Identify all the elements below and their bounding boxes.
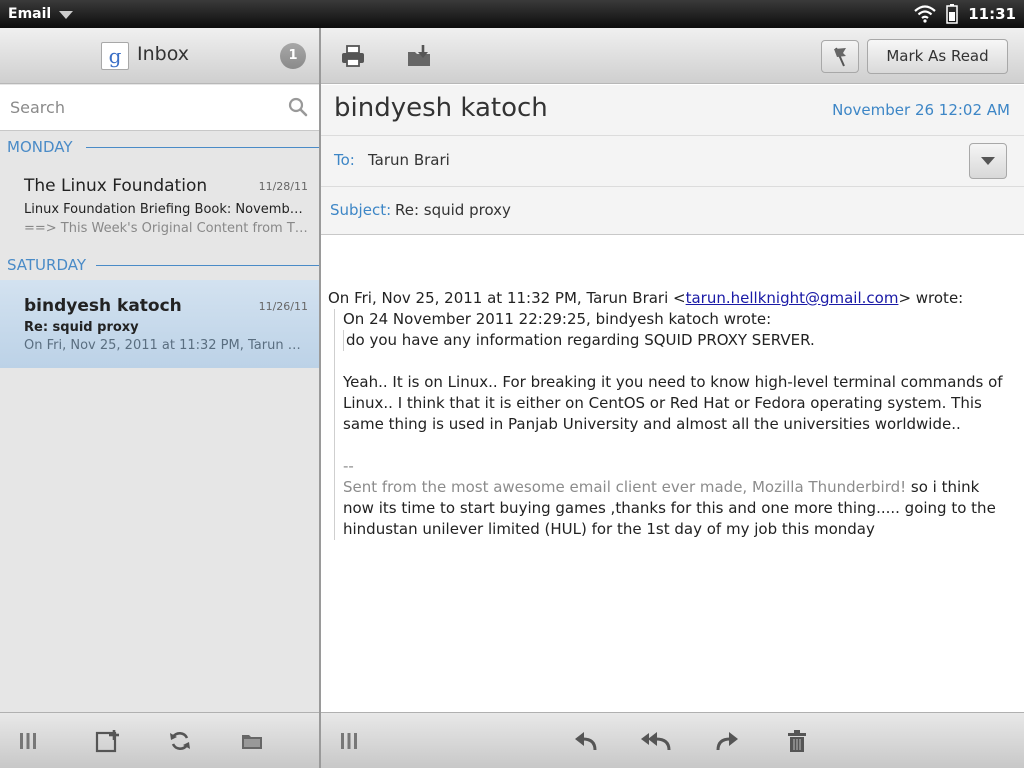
message-header: bindyesh katoch November 26 12:02 AM To:… (321, 85, 1024, 235)
attribution-line: On Fri, Nov 25, 2011 at 11:32 PM, Tarun … (328, 288, 1014, 309)
attribution-text: On Fri, Nov 25, 2011 at 11:32 PM, Tarun … (328, 289, 686, 307)
message-list-item[interactable]: The Linux Foundation 11/28/11 Linux Foun… (0, 168, 320, 236)
to-label: To: (334, 151, 355, 169)
divider (86, 147, 320, 148)
flag-icon (834, 47, 846, 66)
chevron-down-icon (981, 157, 995, 165)
search-box (0, 85, 320, 131)
date-group-label: SATURDAY (7, 256, 93, 274)
message-from[interactable]: bindyesh katoch (334, 93, 548, 123)
signature: Sent from the most awesome email client … (343, 478, 907, 496)
reply-icon (575, 732, 597, 751)
reply-button[interactable] (568, 723, 604, 759)
divider (321, 135, 1024, 136)
quote-attribution: On 24 November 2011 22:29:25, bindyesh k… (343, 310, 772, 328)
mark-as-read-button[interactable]: Mark As Read (867, 39, 1008, 74)
message-toolbar: Mark As Read (321, 28, 1024, 84)
message-pane: Mark As Read bindyesh katoch November 26… (321, 28, 1024, 768)
compose-icon (95, 730, 119, 753)
message-datetime: November 26 12:02 AM (832, 101, 1010, 119)
google-account-icon[interactable]: g (101, 42, 129, 70)
folder-icon (242, 735, 262, 749)
folders-button[interactable] (234, 723, 270, 759)
status-bar: Email 11:31 (0, 0, 1024, 28)
refresh-button[interactable] (162, 723, 198, 759)
closing-paragraph: Sent from the most awesome email client … (343, 477, 1014, 540)
delete-button[interactable] (779, 723, 815, 759)
date-group-header: SATURDAY (0, 254, 320, 276)
nested-quote: do you have any information regarding SQ… (343, 330, 1014, 351)
drag-handle-icon[interactable] (10, 723, 46, 759)
folder-title[interactable]: Inbox (137, 43, 189, 65)
flag-button[interactable] (821, 40, 859, 73)
signature-separator: -- (343, 457, 354, 475)
wifi-icon (914, 5, 936, 23)
header-details-toggle-button[interactable] (969, 143, 1007, 179)
date-group-label: MONDAY (7, 138, 79, 156)
message-actions-toolbar (321, 712, 1024, 768)
message-date: 11/28/11 (258, 180, 308, 193)
message-date: 11/26/11 (258, 300, 308, 313)
move-to-folder-icon (408, 45, 430, 66)
print-button[interactable] (335, 38, 371, 74)
trash-icon (788, 730, 806, 752)
status-indicators: 11:31 (914, 0, 1016, 28)
forward-button[interactable] (709, 723, 745, 759)
move-to-folder-button[interactable] (401, 38, 437, 74)
reply-paragraph: Yeah.. It is on Linux.. For breaking it … (343, 373, 1003, 433)
unread-count-badge: 1 (280, 43, 306, 69)
mailbox-header: g Inbox 1 (0, 28, 320, 84)
date-group-header: MONDAY (0, 136, 320, 158)
search-icon[interactable] (288, 97, 308, 117)
app-name: Email (8, 6, 52, 22)
mailbox-pane: g Inbox 1 MONDAY The Linux Foundation 11… (0, 28, 320, 768)
to-recipient[interactable]: Tarun Brari (368, 151, 450, 169)
mailbox-toolbar (0, 712, 320, 768)
message-sender: bindyesh katoch (24, 296, 182, 316)
email-link[interactable]: tarun.hellknight@gmail.com (686, 289, 899, 307)
refresh-icon (170, 732, 190, 750)
attribution-text: > wrote: (898, 289, 964, 307)
message-list-item-selected[interactable]: bindyesh katoch 11/26/11 Re: squid proxy… (0, 280, 320, 368)
battery-icon (946, 4, 958, 24)
divider (321, 186, 1024, 187)
message-subject: Re: squid proxy (24, 320, 139, 335)
reply-all-icon (641, 732, 671, 751)
app-menu-caret-icon (59, 11, 74, 19)
reply-all-button[interactable] (638, 723, 674, 759)
message-sender: The Linux Foundation (24, 176, 208, 196)
divider (96, 265, 320, 266)
subject-label: Subject: (330, 201, 392, 219)
drag-handle-icon[interactable] (331, 723, 367, 759)
quoted-block: On 24 November 2011 22:29:25, bindyesh k… (334, 309, 1014, 540)
search-input[interactable] (0, 85, 280, 130)
message-preview: ==> This Week's Original Content from Th… (24, 221, 308, 236)
printer-icon (342, 45, 364, 67)
message-preview: On Fri, Nov 25, 2011 at 11:32 PM, Tarun … (24, 338, 308, 353)
message-body: On Fri, Nov 25, 2011 at 11:32 PM, Tarun … (328, 288, 1014, 540)
forward-icon (716, 732, 738, 751)
clock: 11:31 (968, 5, 1016, 23)
message-subject: Linux Foundation Briefing Book: November… (24, 202, 308, 217)
message-subject: Re: squid proxy (395, 201, 511, 219)
compose-button[interactable] (90, 723, 126, 759)
app-menu[interactable]: Email (0, 0, 81, 28)
